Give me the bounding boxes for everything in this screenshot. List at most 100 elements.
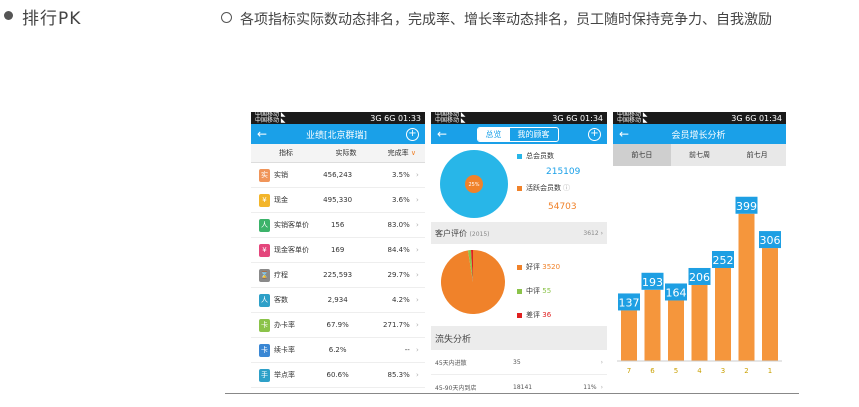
metric-value: 495,330 [323, 196, 353, 204]
legend-swatch [517, 153, 522, 159]
metric-icon: 手 [259, 368, 271, 382]
add-icon[interactable]: + [406, 127, 419, 141]
metric-value: 225,593 [323, 271, 353, 279]
table-row[interactable]: 卡续卡率 6.2% -- › [251, 338, 425, 363]
legend-good: 好评 3520 [517, 262, 560, 272]
list-item[interactable]: 45-90天内到店 18141 11% › [431, 376, 607, 394]
carrier-label: 中国移动 ◣ [435, 117, 466, 124]
tab-prev-7-months[interactable]: 前七月 [728, 144, 786, 166]
table-row[interactable]: ¥ 现金 495,330 3.6% › [251, 188, 425, 213]
table-row[interactable]: 人实销客单价 156 83.0% › [251, 213, 425, 238]
carrier-label: 中国移动 ◣ [255, 117, 286, 124]
legend-bad: 差评 36 [517, 310, 551, 320]
signal-indicator: 3G 6G [552, 113, 578, 123]
metric-icon: 卡 [259, 318, 271, 332]
back-arrow-icon[interactable]: ← [619, 128, 629, 140]
metric-rate: 4.2% [391, 296, 410, 304]
metric-value: 67.9% [326, 321, 349, 329]
table-row[interactable]: 卡办卡率 67.9% 271.7% › [251, 313, 425, 338]
chevron-right-icon: › [600, 384, 603, 391]
add-icon[interactable]: + [588, 127, 601, 141]
metric-rate: 85.3% [387, 371, 410, 379]
legend-swatch [517, 185, 522, 191]
loss-analysis-header: 流失分析 [431, 326, 607, 350]
data-label: 306 [760, 234, 781, 247]
data-label: 137 [619, 296, 640, 309]
metric-name: 续卡率 [274, 346, 296, 354]
chevron-down-icon: ∨ [408, 149, 416, 157]
phone-member-growth: 中国移动 ◣ 中国移动 ◣ 3G 6G 01:34 ← 会员增长分析 前七日 前七… [613, 112, 786, 394]
bar [621, 310, 637, 361]
nav-bar: ← 总览 我的顾客 + [431, 124, 607, 144]
nav-bar: ← 业绩[北京群瑞] + [251, 124, 425, 144]
status-bar: 中国移动 ◣ 中国移动 ◣ 3G 6G 01:33 [251, 112, 425, 124]
column-header-actual: 实际数 [335, 149, 357, 157]
good-count: 3520 [542, 263, 561, 271]
metric-rate: 83.0% [387, 221, 410, 229]
tick-label: 6 [650, 367, 655, 375]
tab-my-customers[interactable]: 我的顾客 [510, 128, 558, 141]
nav-bar: ← 会员增长分析 [613, 124, 786, 144]
metric-rate: 3.6% [391, 196, 410, 204]
metric-rate: 3.5% [391, 171, 410, 179]
data-label: 399 [736, 200, 757, 213]
review-title: 客户评价 [435, 228, 467, 238]
back-arrow-icon[interactable]: ← [257, 128, 267, 140]
neutral-count: 55 [542, 287, 552, 295]
review-year: (2015) [469, 230, 490, 238]
carrier-label: 中国移动 ◣ [617, 117, 648, 124]
chevron-right-icon: › [415, 171, 419, 179]
metric-name: 实销客单价 [274, 221, 310, 229]
chevron-right-icon: › [415, 321, 419, 329]
signal-indicator: 3G 6G [370, 113, 396, 123]
metric-value: 60.6% [326, 371, 349, 379]
table-row[interactable]: 实实销 456,243 3.5% › [251, 163, 425, 188]
tick-label: 2 [744, 367, 748, 375]
review-header[interactable]: 客户评价 (2015) 3612 › [431, 222, 607, 244]
review-pie-chart [440, 249, 505, 314]
column-header-rate[interactable]: 完成率 ∨ [371, 148, 416, 158]
metric-value: 156 [330, 221, 345, 229]
tab-prev-7-days[interactable]: 前七日 [613, 144, 671, 166]
clock: 01:34 [758, 113, 782, 123]
metric-value: 456,243 [323, 171, 353, 179]
clock: 01:33 [397, 113, 421, 123]
table-row[interactable]: 手举点率 60.6% 85.3% › [251, 363, 425, 388]
data-label: 193 [642, 276, 663, 289]
metric-value: 169 [330, 246, 345, 254]
review-total: 3612 [583, 229, 599, 237]
active-members-value: 54703 [548, 202, 577, 212]
chevron-right-icon: › [415, 221, 419, 229]
metric-name: 现金 [274, 196, 289, 204]
tick-label: 4 [697, 367, 702, 375]
tab-prev-7-weeks[interactable]: 前七周 [671, 144, 729, 166]
metric-name: 举点率 [274, 371, 296, 379]
chevron-right-icon: › [415, 346, 419, 354]
metric-rate: -- [404, 346, 410, 354]
metric-name: 实销 [274, 171, 289, 179]
bar [715, 268, 731, 361]
bad-count: 36 [542, 311, 552, 319]
pie-percent-label: 25% [468, 182, 479, 188]
signal-indicator: 3G 6G [731, 113, 757, 123]
table-row[interactable]: 人客数 2,934 4.2% › [251, 288, 425, 313]
legend-neutral: 中评 55 [517, 286, 551, 296]
metric-name: 客数 [274, 296, 289, 304]
tick-label: 3 [721, 367, 725, 375]
data-label: 206 [689, 271, 710, 284]
list-item[interactable]: 45天内进散 35 › [431, 351, 607, 375]
tab-overview[interactable]: 总览 [477, 127, 510, 141]
chevron-right-icon: › [415, 296, 419, 304]
circle-bullet-icon [221, 12, 232, 23]
table-row[interactable]: ¥ 现金客单价 169 84.4% › [251, 238, 425, 263]
table-row[interactable]: ⌛ 疗程 225,593 29.7% › [251, 263, 425, 288]
metric-icon: ¥ [259, 243, 271, 257]
metric-icon: 人 [259, 293, 271, 307]
page-description: 各项指标实际数动态排名，完成率、增长率动态排名，员工随时保持竞争力、自我激励 [240, 12, 772, 28]
back-arrow-icon[interactable]: ← [437, 128, 447, 140]
help-icon: ⓘ [563, 184, 570, 192]
bar [644, 289, 661, 361]
column-header-metric: 指标 [279, 149, 293, 157]
bar [762, 248, 778, 361]
period-tabs: 前七日 前七周 前七月 [613, 144, 786, 166]
